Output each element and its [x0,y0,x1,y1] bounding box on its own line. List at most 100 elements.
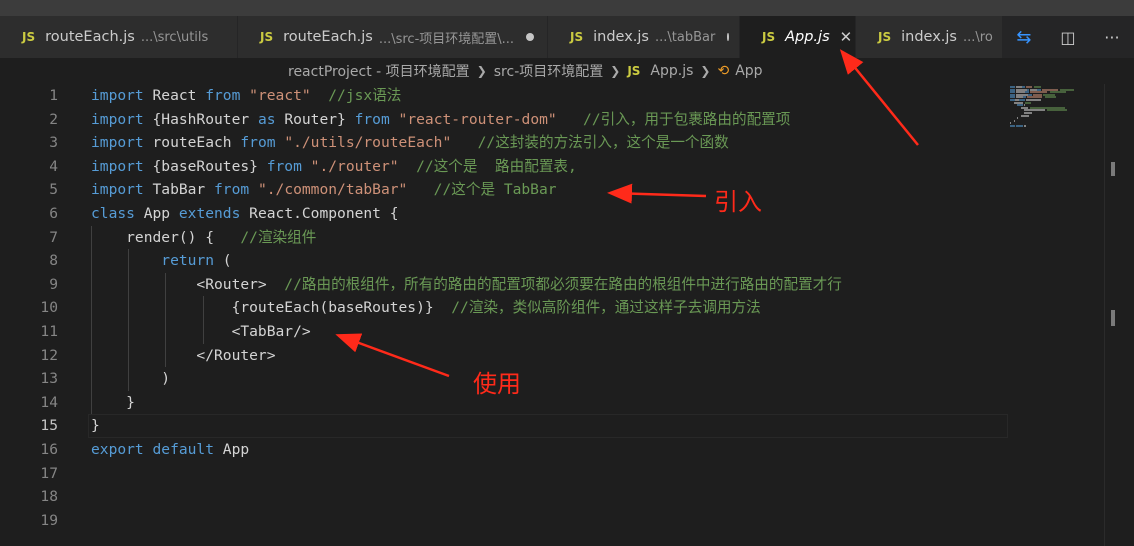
js-file-icon: JS [762,30,776,44]
minimap-stroke [1023,125,1027,127]
breadcrumb-item-symbol[interactable]: App [735,63,762,79]
js-file-icon: JS [22,30,36,44]
line-number: 11 [40,323,58,340]
line-number: 2 [49,110,58,128]
code-editor[interactable]: 1 import React from "react" //jsx语法 2 impor… [0,84,1134,546]
code-text: import {HashRouter as Router} from "reac… [91,110,791,128]
minimap-stroke [1010,125,1016,127]
js-file-icon: JS [627,64,641,78]
breadcrumb-item-file[interactable]: App.js [650,63,693,79]
js-file-icon: JS [260,30,274,44]
line-number: 15 [40,417,58,435]
tab-label: App.js [785,29,830,45]
indent-guide [128,249,130,391]
tab-description: ...\tabBar [654,29,716,45]
line-number: 13 [40,370,58,388]
code-text: {routeEach(baseRoutes)} //渲染，类似高阶组件，通过这样… [91,299,761,317]
tab-description: ...\src\utils [140,29,209,45]
minimap-stroke [1017,117,1019,120]
split-editor-icon[interactable]: ◫ [1060,28,1075,47]
tab-label: routeEach.js [45,29,135,45]
code-text: class App extends React.Component { [91,205,399,222]
line-number: 6 [49,205,58,222]
breadcrumb-item-folder[interactable]: src-项目环境配置 [494,61,604,81]
line-number: 7 [49,228,58,246]
current-line-highlight [88,414,1008,438]
tab-label: index.js [901,29,957,45]
code-line[interactable]: 7 render() { //渲染组件 [0,226,1008,250]
indent-guide [202,296,204,344]
indent-guide [165,272,167,368]
minimap[interactable] [1008,84,1104,546]
code-text: <Router> //路由的根组件，所有的路由的配置项都必须要在路由的根组件中进… [91,275,842,293]
chevron-right-icon: ❯ [476,64,487,78]
code-line[interactable]: 6 class App extends React.Component { [0,202,1008,226]
code-line[interactable]: 8 return ( [0,249,1008,273]
scrollbar-marker [1111,310,1115,326]
chevron-right-icon: ❯ [700,64,711,78]
code-line[interactable]: 9 <Router> //路由的根组件，所有的路由的配置项都必须要在路由的根组件… [0,273,1008,297]
tab-description: ...\ro [962,29,993,45]
code-line[interactable]: 3 import routeEach from "./utils/routeEac… [0,131,1008,155]
line-number: 3 [49,134,58,152]
js-file-icon: JS [878,30,892,44]
line-number: 10 [40,299,58,317]
title-bar [0,0,1134,16]
editor-actions: ⇆ ◫ ··· [1002,16,1134,58]
tab-app-js[interactable]: JS App.js ✕ [740,16,856,58]
minimap-stroke [1025,101,1031,104]
line-number: 14 [40,393,58,411]
line-number: 12 [40,346,58,364]
code-text: return ( [161,252,232,270]
code-text: <TabBar/> [91,323,311,340]
tab-routeeach-js[interactable]: JS routeEach.js ...\src-项目环境配置\... [238,16,548,58]
tab-description: ...\src-项目环境配置\... [378,31,515,47]
code-text: } [91,393,135,411]
tab-routeeach-js[interactable]: JS routeEach.js ...\src\utils [0,16,238,58]
breadcrumb: reactProject - 项目环境配置 ❯ src-项目环境配置 ❯ JS … [0,58,1134,84]
code-text: </Router> [91,346,276,364]
editor-tab-bar: JS routeEach.js ...\src\utils JS routeEach.j… [0,16,1134,58]
code-line[interactable]: 17 [0,462,1008,486]
code-text: ) [91,370,171,388]
chevron-right-icon: ❯ [610,64,621,78]
code-line[interactable]: 16 export default App [0,438,1008,462]
code-line[interactable]: 2 import {HashRouter as Router} from "rea… [0,108,1008,132]
code-text: render() { //渲染组件 [91,228,317,246]
line-number: 17 [40,464,58,482]
line-number: 5 [49,181,58,199]
js-file-icon: JS [570,30,584,44]
line-number: 16 [40,441,58,458]
code-line[interactable]: 1 import React from "react" //jsx语法 [0,84,1008,108]
minimap-stroke [1016,125,1023,127]
code-line[interactable]: 19 [0,509,1008,533]
code-line[interactable]: 18 [0,485,1008,509]
line-number: 4 [49,157,58,175]
tab-label: routeEach.js [283,29,373,45]
code-line[interactable]: 5 import TabBar from "./common/tabBar" //… [0,178,1008,202]
minimap-stroke [1045,96,1056,99]
code-text: import {baseRoutes} from "./router" //这个… [91,157,577,175]
class-symbol-icon: ⟲ [717,63,730,79]
line-number: 9 [49,275,58,293]
unsaved-dot-icon[interactable] [727,33,729,41]
line-number: 19 [40,511,58,529]
more-actions-icon[interactable]: ··· [1104,28,1119,47]
code-line[interactable]: 11 <TabBar/> [0,320,1008,344]
vertical-scrollbar[interactable] [1104,84,1134,546]
code-text: import React from "react" //jsx语法 [91,87,402,104]
scrollbar-marker [1111,162,1115,176]
compare-icon[interactable]: ⇆ [1016,27,1031,48]
unsaved-dot-icon[interactable] [526,33,535,41]
breadcrumb-item-project[interactable]: reactProject - 项目环境配置 [288,61,470,81]
line-number: 8 [49,252,58,270]
annotation-import: 引入 [714,188,762,216]
tab-index-js[interactable]: JS index.js ...\tabBar [548,16,740,58]
tab-label: index.js [593,29,649,45]
close-icon[interactable]: ✕ [840,28,853,46]
code-line[interactable]: 4 import {baseRoutes} from "./router" //这… [0,155,1008,179]
code-line[interactable]: 10 {routeEach(baseRoutes)} //渲染，类似高阶组件，通… [0,296,1008,320]
code-text: import routeEach from "./utils/routeEach… [91,134,729,152]
tab-index-js[interactable]: JS index.js ...\ro [856,16,1006,58]
annotation-use: 使用 [473,370,521,398]
